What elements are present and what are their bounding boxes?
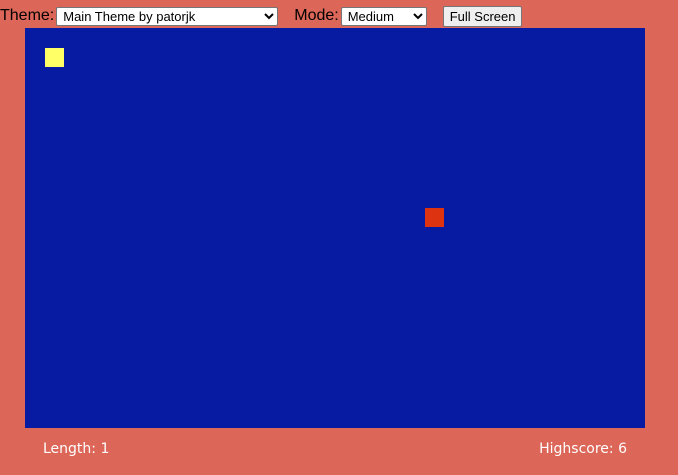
- length-counter: Length: 1: [43, 441, 110, 457]
- snake-head: [45, 48, 64, 67]
- game-board[interactable]: [25, 28, 645, 428]
- toolbar: Theme: Main Theme by patorjk Mode: Mediu…: [0, 5, 523, 27]
- status-bar: Length: 1 Highscore: 6: [43, 441, 627, 457]
- mode-select[interactable]: Medium: [340, 6, 427, 26]
- theme-select[interactable]: Main Theme by patorjk: [56, 6, 279, 26]
- full-screen-button[interactable]: Full Screen: [442, 5, 523, 27]
- mode-label: Mode:: [294, 7, 339, 24]
- theme-label: Theme:: [0, 7, 55, 24]
- highscore-counter: Highscore: 6: [539, 441, 627, 457]
- food-pellet: [425, 208, 444, 227]
